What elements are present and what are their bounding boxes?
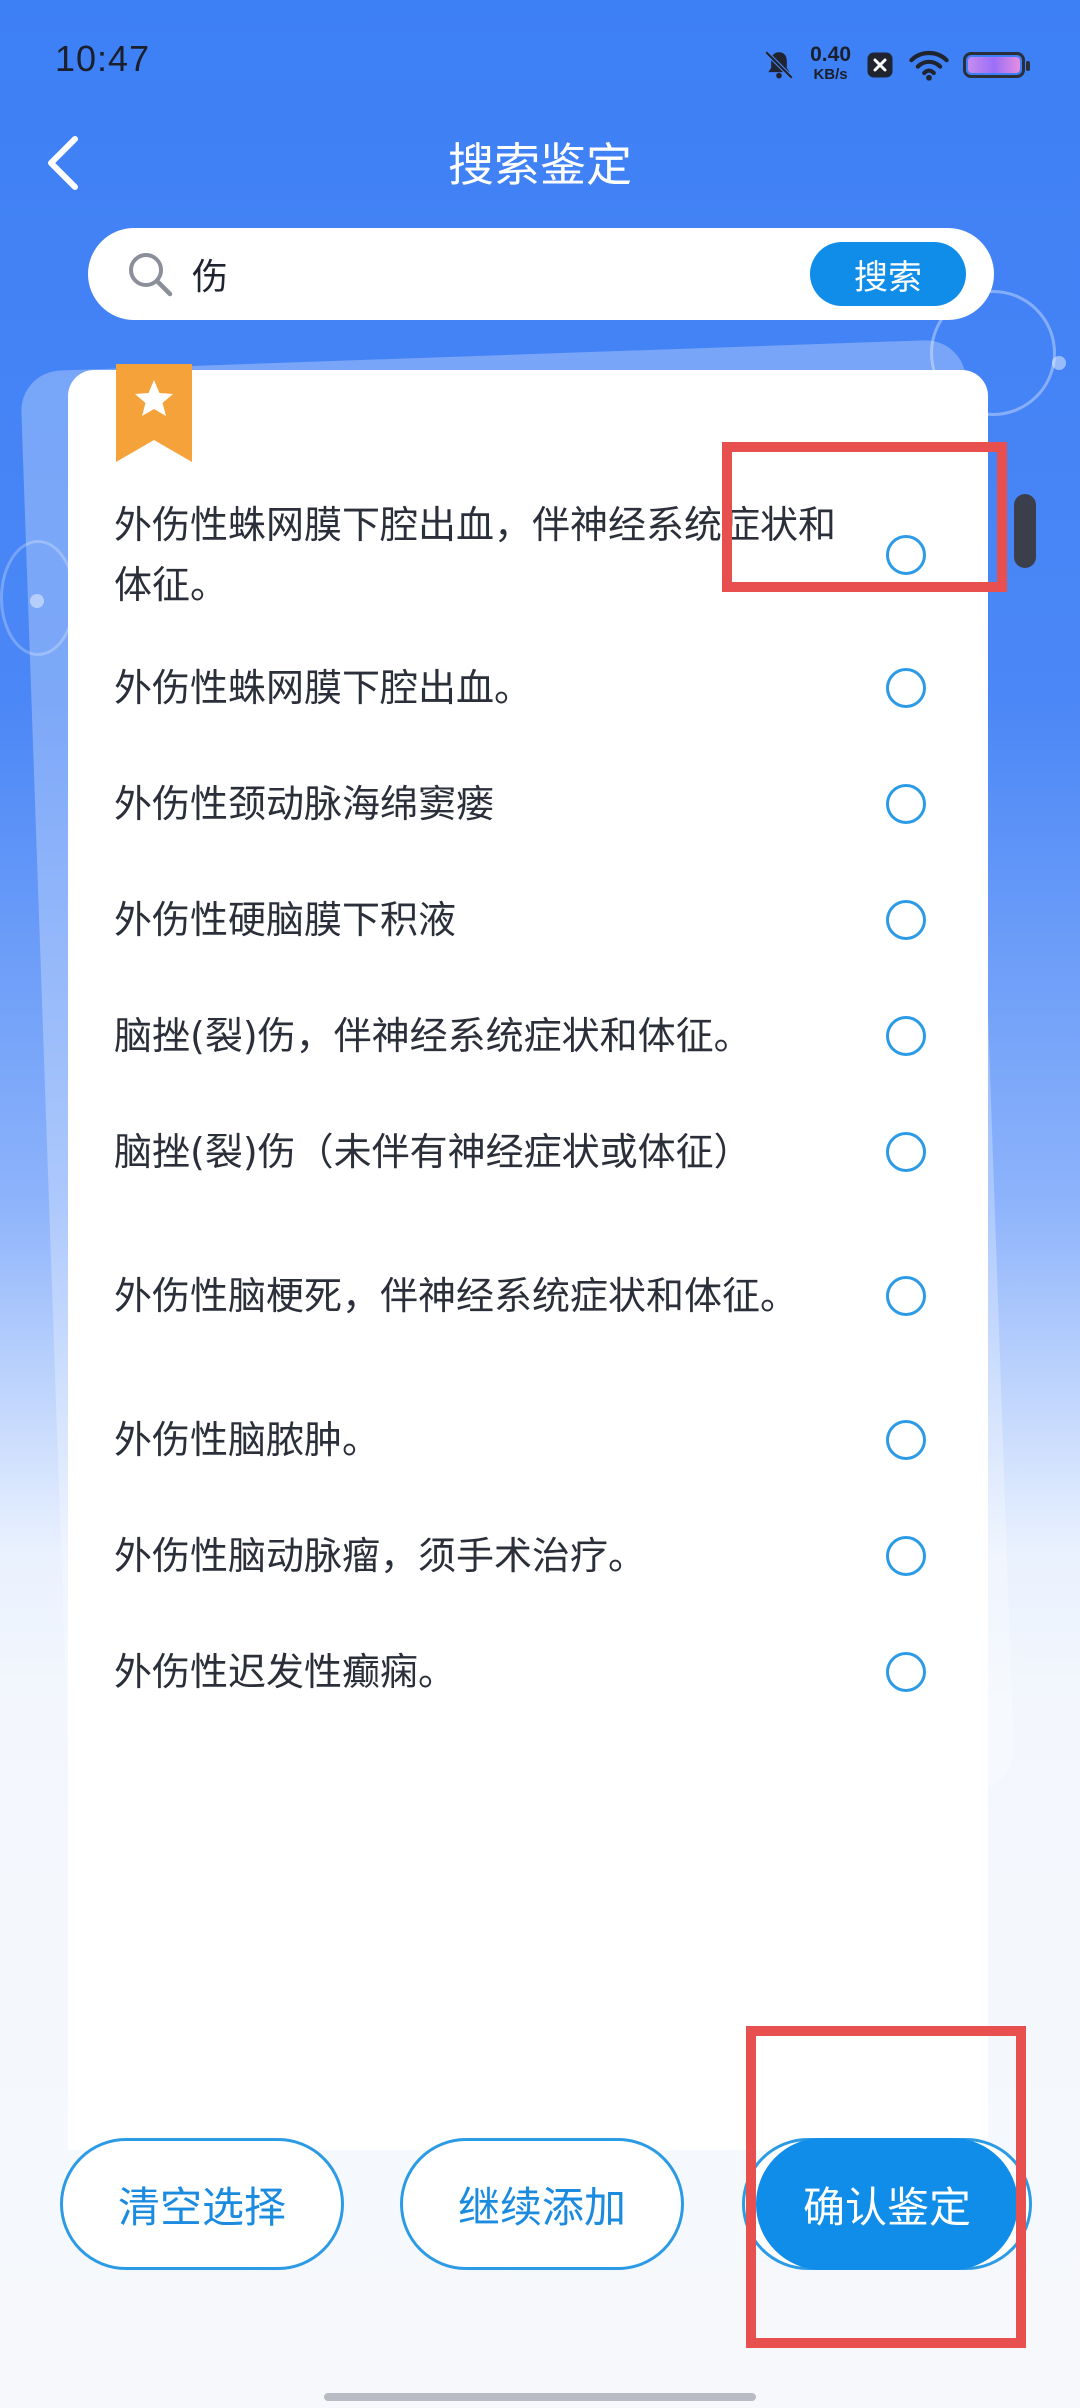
list-item[interactable]: 脑挫(裂)伤（未伴有神经症状或体征） — [68, 1094, 988, 1210]
battery-level — [968, 57, 1020, 73]
results-card: 外伤性蛛网膜下腔出血，伴神经系统症状和体征。 外伤性蛛网膜下腔出血。 外伤性颈动… — [68, 364, 988, 2150]
radio-button[interactable] — [886, 1420, 926, 1460]
network-speed-value: 0.40 — [810, 43, 851, 66]
star-bookmark-icon — [116, 364, 192, 462]
result-item-label: 外伤性硬脑膜下积液 — [114, 898, 457, 942]
clear-selection-button[interactable]: 清空选择 — [60, 2138, 344, 2270]
search-input[interactable] — [192, 244, 772, 304]
list-item[interactable]: 外伤性脑动脉瘤，须手术治疗。 — [68, 1498, 988, 1614]
radio-button[interactable] — [886, 535, 926, 575]
status-time: 10:47 — [55, 38, 151, 79]
scroll-handle[interactable] — [1014, 494, 1036, 568]
app-notification-icon — [867, 52, 893, 78]
result-item-label: 脑挫(裂)伤（未伴有神经症状或体征） — [114, 1130, 752, 1174]
result-item-label: 外伤性颈动脉海绵窦瘘 — [114, 782, 495, 826]
list-item[interactable]: 外伤性脑梗死，伴神经系统症状和体征。 — [68, 1210, 988, 1382]
status-bar: 10:47 0.40 KB/s — [0, 0, 1080, 125]
globe-decoration — [0, 540, 76, 656]
home-indicator — [324, 2393, 756, 2401]
radio-button[interactable] — [886, 1276, 926, 1316]
result-item-label: 脑挫(裂)伤，伴神经系统症状和体征。 — [114, 1014, 752, 1058]
status-icons: 0.40 KB/s — [762, 40, 1030, 90]
radio-button[interactable] — [886, 1536, 926, 1576]
radio-button[interactable] — [886, 784, 926, 824]
radio-button[interactable] — [886, 668, 926, 708]
dot-decoration — [1052, 356, 1066, 370]
continue-add-button[interactable]: 继续添加 — [400, 2138, 684, 2270]
wifi-icon — [909, 50, 949, 81]
list-item[interactable]: 外伤性脑脓肿。 — [68, 1382, 988, 1498]
list-item[interactable]: 外伤性颈动脉海绵窦瘘 — [68, 746, 988, 862]
result-item-label: 外伤性蛛网膜下腔出血。 — [114, 666, 533, 710]
result-item-label: 外伤性脑梗死，伴神经系统症状和体征。 — [114, 1274, 799, 1318]
battery-icon — [963, 52, 1030, 78]
page-title: 搜索鉴定 — [448, 138, 632, 192]
radio-button[interactable] — [886, 1016, 926, 1056]
muted-bell-icon — [764, 50, 794, 80]
result-item-label: 外伤性蛛网膜下腔出血，伴神经系统症状和体征。 — [114, 503, 837, 607]
list-item[interactable]: 外伤性蛛网膜下腔出血，伴神经系统症状和体征。 — [68, 480, 988, 630]
network-speed: 0.40 KB/s — [810, 43, 851, 85]
search-bar: 搜索 — [88, 228, 994, 320]
confirm-appraisal-button[interactable]: 确认鉴定 — [756, 2138, 1018, 2270]
radio-button[interactable] — [886, 900, 926, 940]
search-icon — [129, 253, 173, 297]
result-item-label: 外伤性脑脓肿。 — [114, 1418, 381, 1462]
network-speed-unit: KB/s — [813, 66, 848, 83]
result-item-label: 外伤性脑动脉瘤，须手术治疗。 — [114, 1534, 647, 1578]
list-item[interactable]: 外伤性迟发性癫痫。 — [68, 1614, 988, 1730]
list-item[interactable]: 外伤性硬脑膜下积液 — [68, 862, 988, 978]
list-item[interactable]: 脑挫(裂)伤，伴神经系统症状和体征。 — [68, 978, 988, 1094]
radio-button[interactable] — [886, 1652, 926, 1692]
result-list: 外伤性蛛网膜下腔出血，伴神经系统症状和体征。 外伤性蛛网膜下腔出血。 外伤性颈动… — [68, 480, 988, 1730]
result-item-label: 外伤性迟发性癫痫。 — [114, 1650, 457, 1694]
radio-button[interactable] — [886, 1132, 926, 1172]
list-item[interactable]: 外伤性蛛网膜下腔出血。 — [68, 630, 988, 746]
search-button[interactable]: 搜索 — [810, 242, 966, 306]
